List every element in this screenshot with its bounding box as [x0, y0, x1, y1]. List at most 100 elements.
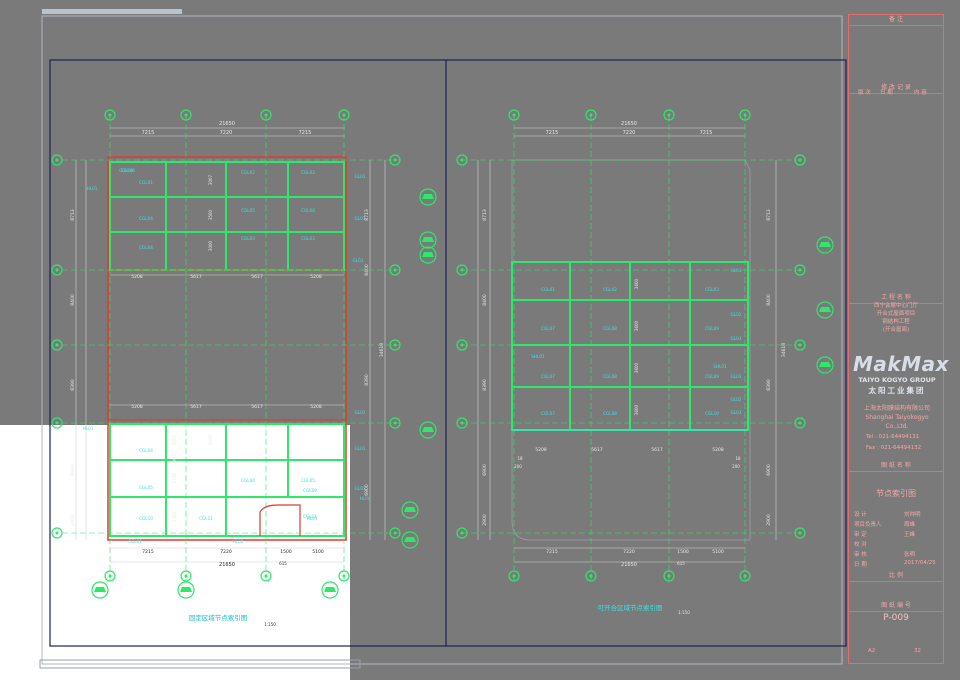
- sign-name: 刘帅明: [904, 512, 921, 518]
- node-label: CGL09: [705, 326, 719, 331]
- section-marker-mark: [422, 194, 434, 199]
- dim-right: 2900: [766, 514, 772, 526]
- dim-overall: 21650: [219, 121, 235, 127]
- sign-name: 2017/04/25: [904, 560, 936, 566]
- dim-bottom-small: 615: [279, 561, 287, 566]
- grid-bubble-right-dot: [798, 343, 802, 347]
- gl-label: GL02: [731, 312, 742, 317]
- dim-inner-vert: 3600: [634, 404, 639, 415]
- node-label: CGL07: [541, 326, 555, 331]
- company-cn: 上海太阳膜结构有限公司: [863, 405, 930, 412]
- grid-bubble-left-dot: [55, 158, 59, 162]
- dim-bottom: 7220: [623, 549, 635, 555]
- gl-label: GL01: [353, 258, 364, 263]
- cad-drawing: 21650 7215 7220 7215 5208 5208 5617 5617 5617 561…: [39, 15, 847, 669]
- dim-left: 8713: [482, 209, 488, 221]
- grid-bubble-right-dot: [393, 268, 397, 272]
- node-label: CGL06: [121, 168, 135, 173]
- dim-inner-vert: 3300: [172, 511, 177, 522]
- right-plan: [462, 115, 800, 580]
- grid-bubble-right-dot: [798, 421, 802, 425]
- project-line: 西宁会展中心门厅: [873, 303, 918, 309]
- hl-label: HL01: [87, 186, 98, 191]
- dim-span: 7215: [700, 130, 713, 136]
- node-label: CGL01: [128, 539, 142, 544]
- grid-bubble-right-dot: [393, 421, 397, 425]
- grid-bubble-left-dot: [55, 268, 59, 272]
- gl-label: GL02: [731, 397, 742, 402]
- dim-inner: 5208: [535, 447, 547, 453]
- dim-bottom: 7215: [546, 549, 558, 555]
- grid-bubble-left-dot: [460, 421, 464, 425]
- sheet-count: 32: [914, 648, 921, 654]
- grid-bubble-top-dot: [667, 113, 671, 117]
- dim-right: 6900: [766, 464, 772, 476]
- dim-right: 8400: [766, 294, 772, 306]
- section-marker-mark: [404, 507, 416, 512]
- dim-inner: 5617: [591, 447, 603, 453]
- dim-bottom: 1500: [280, 549, 292, 555]
- plan-scale: 1:150: [678, 610, 690, 615]
- revision-col-header: 内 容: [914, 90, 927, 96]
- dim-inner: 5617: [190, 274, 202, 280]
- node-label: CGL10: [705, 411, 719, 416]
- dim-span: 7215: [142, 130, 155, 136]
- grid-bubble-left-dot: [55, 421, 59, 425]
- grid-bubble-left-dot: [460, 268, 464, 272]
- grid-bubble-bottom-dot: [184, 574, 188, 578]
- node-label: CGL04: [241, 478, 255, 483]
- gl-label: GL03: [731, 336, 742, 341]
- grid-bubble-right-dot: [798, 531, 802, 535]
- node-label: CGL05: [301, 478, 315, 483]
- gl-label: GL01: [731, 268, 742, 273]
- dim-inner: 5208: [131, 404, 143, 410]
- node-label: CGL03: [241, 236, 255, 241]
- section-marker-mark: [422, 237, 434, 242]
- drawing-no-header: 图 纸 编 号: [849, 601, 943, 612]
- grid-bubble-bottom-dot: [667, 574, 671, 578]
- dim-inner: 5208: [310, 274, 322, 280]
- dim-bottom: 5100: [712, 549, 724, 555]
- dim-left: 2900: [70, 514, 76, 526]
- grid-bubble-top-dot: [743, 113, 747, 117]
- company-logo: MakMax TAIYO KOGYO GROUP 太阳工业集团: [853, 352, 949, 396]
- node-label: CGL04: [139, 245, 153, 250]
- drawing-name: 节点索引图: [876, 489, 916, 498]
- section-marker-mark: [180, 587, 192, 592]
- grid-bubble-top-dot: [512, 113, 516, 117]
- dim-bottom: 7215: [142, 549, 154, 555]
- grid-bubble-left-dot: [460, 343, 464, 347]
- inner-frame: [49, 59, 847, 647]
- dim-right-total: 34618: [379, 343, 385, 357]
- shl-label: SHL01: [713, 364, 727, 369]
- dim-bottom-small: 615: [677, 561, 685, 566]
- dim-inner-vert: 3600: [634, 362, 639, 373]
- gl-label: GL03: [731, 410, 742, 415]
- company-en: Shanghai Taiyokogyo Co.,Ltd.: [865, 414, 929, 430]
- plan-title: 固定区域节点索引图: [189, 613, 248, 622]
- sign-role: 日 期: [854, 562, 867, 568]
- dim-mark: 200: [514, 464, 522, 469]
- section-marker-mark: [819, 307, 831, 312]
- dim-mark: 200: [732, 464, 740, 469]
- dim-right: 8713: [766, 209, 772, 221]
- gl-label: GL01: [355, 486, 366, 491]
- revision-col-header: 版 次: [858, 90, 871, 96]
- dim-span: 7220: [623, 130, 636, 136]
- dim-inner: 5208: [131, 274, 143, 280]
- revision-col-header: 日 期: [880, 90, 893, 96]
- section-marker-mark: [819, 242, 831, 247]
- scale-header: 比 例: [849, 571, 943, 582]
- section-marker-mark: [422, 252, 434, 257]
- dim-inner-vert: 2200: [172, 472, 177, 483]
- node-label: CGL03: [301, 170, 315, 175]
- node-label: CGL02: [241, 170, 255, 175]
- dim-mark: 18: [735, 456, 741, 461]
- node-label: CGL07: [541, 374, 555, 379]
- dim-inner-vert: 2500: [208, 434, 213, 445]
- section-marker-mark: [94, 587, 106, 592]
- grid-bubble-right-dot: [798, 268, 802, 272]
- hl-label: HL02: [233, 539, 244, 544]
- dim-span: 7215: [546, 130, 559, 136]
- grid-bubble-right-dot: [393, 531, 397, 535]
